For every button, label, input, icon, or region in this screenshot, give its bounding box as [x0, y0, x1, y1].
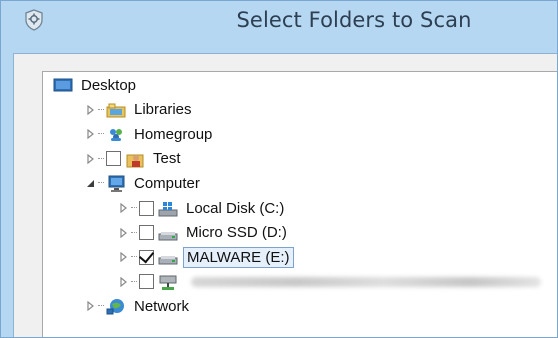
tree-item-label[interactable]: Micro SSD (D:)	[183, 223, 290, 242]
desktop-icon	[53, 78, 73, 92]
collapsed-arrow-icon[interactable]	[86, 299, 95, 313]
tree-item-label[interactable]: Computer	[131, 174, 203, 193]
tree-item-label[interactable]: Homegroup	[131, 125, 215, 144]
collapsed-arrow-icon[interactable]	[119, 226, 128, 240]
collapsed-arrow-icon[interactable]	[86, 127, 95, 141]
tree-item-label[interactable]: Libraries	[131, 100, 195, 119]
tree-item[interactable]: Micro SSD (D:)	[119, 221, 290, 245]
tree-connector	[98, 157, 104, 160]
tree-connector	[131, 280, 137, 283]
system-drive-icon	[158, 202, 178, 217]
tree-connector	[98, 182, 104, 184]
redacted-label	[191, 276, 541, 287]
tree-item[interactable]: Libraries	[86, 98, 195, 122]
computer-icon	[108, 175, 125, 193]
drive-icon	[158, 231, 178, 241]
expanded-arrow-icon[interactable]	[86, 176, 95, 190]
tree-item[interactable]	[119, 270, 541, 294]
tree-item[interactable]: Homegroup	[86, 122, 215, 146]
folder-checkbox[interactable]	[139, 249, 154, 265]
folder-checkbox[interactable]	[139, 274, 154, 290]
window-title: Select Folders to Scan	[236, 8, 472, 32]
collapsed-arrow-icon[interactable]	[119, 250, 128, 264]
collapsed-arrow-icon[interactable]	[86, 103, 95, 117]
collapsed-arrow-icon[interactable]	[119, 201, 128, 215]
tree-item[interactable]: Network	[86, 294, 192, 318]
network-icon	[106, 299, 124, 315]
collapsed-arrow-icon[interactable]	[86, 152, 95, 166]
folder-tree[interactable]: Desktop Libraries Homegroup Test Computer Loc…	[42, 71, 557, 337]
dialog-client-area: Desktop Libraries Homegroup Test Computer Loc…	[13, 53, 557, 337]
tree-item-label[interactable]: Network	[131, 297, 192, 316]
title-bar[interactable]: Select Folders to Scan	[1, 1, 557, 39]
tree-item-label[interactable]: Test	[150, 149, 184, 168]
tree-connector	[98, 133, 104, 135]
tree-connector	[131, 231, 137, 234]
folder-checkbox[interactable]	[106, 151, 121, 167]
dialog-window: Select Folders to Scan Desktop Libraries H…	[0, 0, 558, 338]
tree-connector	[131, 256, 137, 258]
libraries-icon	[106, 103, 126, 118]
tree-connector	[98, 305, 104, 307]
tree-item[interactable]: Computer	[86, 171, 203, 195]
shield-gear-icon	[25, 9, 43, 31]
tree-connector	[98, 108, 104, 111]
tree-item-label[interactable]: MALWARE (E:)	[183, 246, 294, 268]
user-folder-icon	[126, 154, 144, 168]
folder-checkbox[interactable]	[139, 225, 154, 241]
tree-connector	[131, 207, 137, 209]
tree-item[interactable]: Local Disk (C:)	[119, 196, 287, 220]
tree-item-label[interactable]: Local Disk (C:)	[183, 199, 287, 218]
drive-icon	[158, 256, 178, 265]
network-drive-icon	[159, 275, 177, 290]
tree-item-label[interactable]: Desktop	[78, 76, 139, 95]
collapsed-arrow-icon[interactable]	[119, 275, 128, 289]
folder-checkbox[interactable]	[139, 200, 154, 216]
tree-item[interactable]: Test	[86, 147, 184, 171]
homegroup-icon	[110, 129, 122, 142]
tree-item[interactable]: Desktop	[53, 73, 139, 97]
tree-item[interactable]: MALWARE (E:)	[119, 245, 294, 269]
